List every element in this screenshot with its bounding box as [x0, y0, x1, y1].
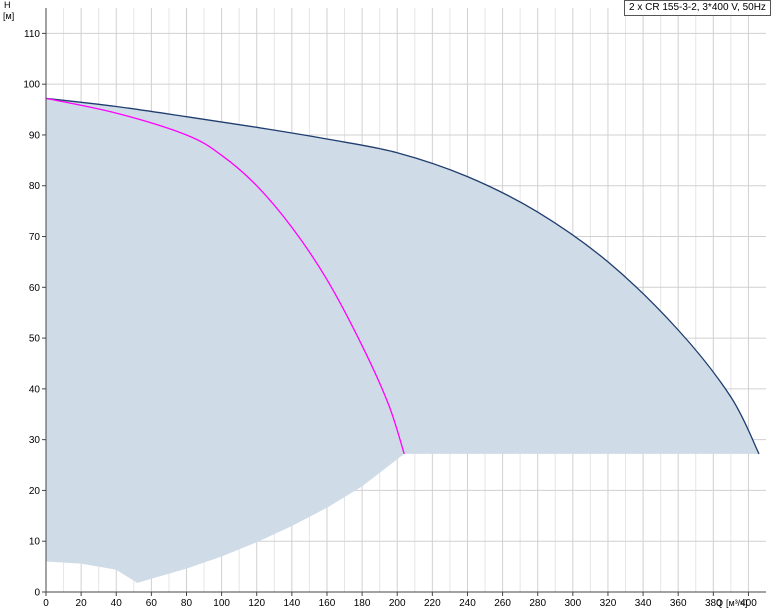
x-tick-label: 340: [635, 598, 652, 609]
x-axis-label: Q: [716, 598, 723, 608]
x-tick-label: 220: [424, 598, 441, 609]
y-tick-label: 10: [29, 537, 41, 548]
y-axis-unit: [м]: [3, 11, 14, 21]
x-tick-label: 280: [529, 598, 546, 609]
y-tick-label: 20: [29, 486, 41, 497]
y-tick-label: 40: [29, 384, 41, 395]
x-tick-label: 60: [146, 598, 158, 609]
y-axis-label: H: [4, 0, 11, 10]
y-tick-label: 110: [24, 29, 40, 40]
y-tick-label: 100: [23, 80, 40, 91]
x-tick-label: 80: [181, 598, 193, 609]
x-tick-label: 40: [111, 598, 123, 609]
pump-curve-chart: 0 20 40 60 80 100 120 140 160 180 200 220 240 260 280 3…: [3, 0, 766, 609]
y-tick-label: 70: [29, 232, 41, 243]
x-tick-label: 180: [354, 598, 371, 609]
x-tick-label: 360: [670, 598, 687, 609]
x-tick-label: 20: [76, 598, 88, 609]
y-tick-label: 30: [29, 435, 41, 446]
x-tick-label: 160: [319, 598, 336, 609]
x-tick-label: 260: [494, 598, 511, 609]
x-tick-label: 120: [248, 598, 265, 609]
y-tick-label: 60: [29, 283, 41, 294]
x-tick-label: 300: [564, 598, 581, 609]
y-tick-label: 90: [29, 130, 41, 141]
x-tick-label: 320: [600, 598, 617, 609]
x-tick-label: 200: [389, 598, 406, 609]
legend-label: 2 x CR 155-3-2, 3*400 V, 50Hz: [624, 0, 771, 16]
x-axis-unit: [м³/ч]: [726, 598, 747, 608]
x-tick-label: 100: [213, 598, 230, 609]
y-tick-label: 50: [29, 334, 41, 345]
y-tick-label: 0: [34, 588, 40, 599]
x-tick-label: 0: [43, 598, 49, 609]
y-tick-label: 80: [29, 181, 41, 192]
x-tick-label: 140: [284, 598, 301, 609]
x-tick-labels: 0 20 40 60 80 100 120 140 160 180 200 220 240 260 280 3…: [43, 598, 757, 609]
x-tick-label: 240: [459, 598, 476, 609]
y-tick-labels: 0 10 20 30 40 50 60 70 80 90 100 110: [23, 29, 40, 599]
